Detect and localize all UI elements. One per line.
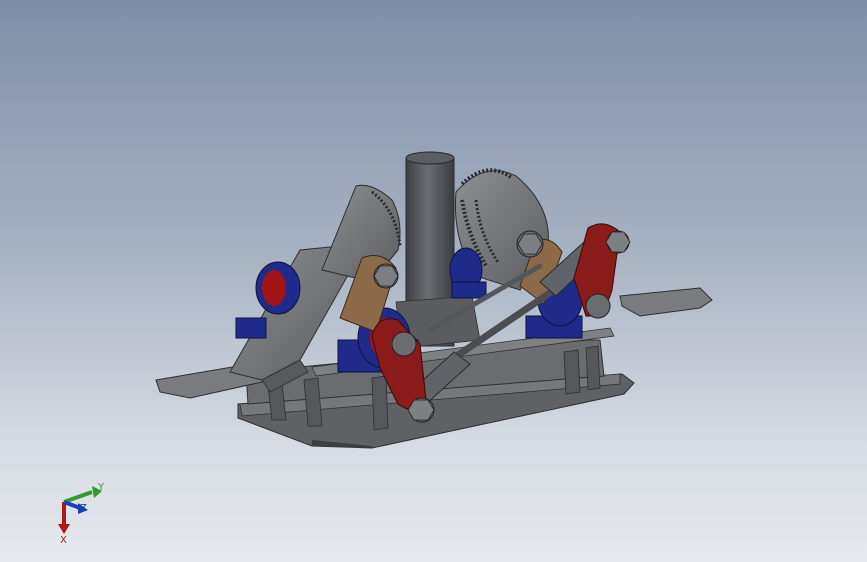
z-axis-arrow <box>63 500 81 510</box>
coordinate-triad: Y X Z <box>58 482 105 546</box>
y-axis-label: Y <box>97 482 105 493</box>
graphics-viewport[interactable]: Y X Z <box>0 0 867 562</box>
cad-model-scene[interactable]: Y X Z <box>0 0 867 562</box>
x-axis-label: X <box>60 535 67 546</box>
y-axis-arrow <box>63 490 93 504</box>
right-pedal-plate <box>619 287 713 317</box>
z-axis-label: Z <box>80 503 87 514</box>
